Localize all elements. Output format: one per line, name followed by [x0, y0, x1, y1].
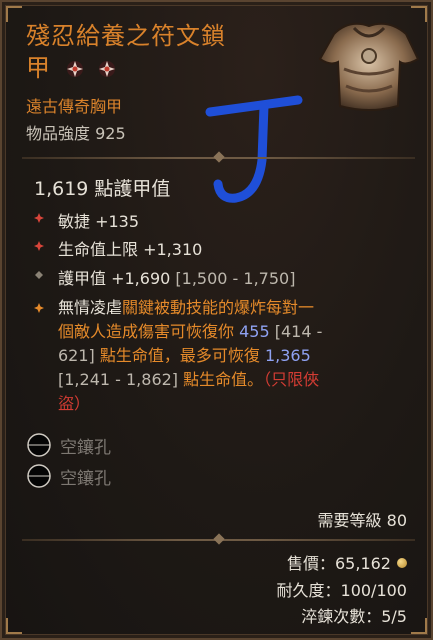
chest-armor-icon [318, 22, 420, 111]
armor-value: 1,619 點護甲值 [34, 178, 171, 200]
affix-text-wrap: 護甲值 +1,690 [1,500 - 1,750] [58, 265, 295, 289]
divider [22, 533, 415, 546]
legendary-aspect-text: 無情凌虐關鍵被動技能的爆炸每對一 個敵人造成傷害可恢復你 455 [414 -62… [58, 296, 408, 416]
empty-socket: 空鑲孔 [26, 461, 226, 491]
affix-bullet-icon [34, 241, 44, 251]
item-name-line1: 殘忍給養之符文鎖 [26, 22, 226, 50]
affix-range: [1,500 - 1,750] [175, 269, 296, 288]
corner-ornament [6, 6, 22, 22]
legendary-segment: （只限俠 [263, 370, 320, 389]
socket-icon [27, 433, 51, 457]
item-name: 殘忍給養之符文鎖 甲 [26, 20, 306, 84]
legendary-line: [1,241 - 1,862] 點生命值。（只限俠 [58, 368, 408, 392]
legendary-segment: 盜） [58, 394, 91, 413]
legendary-bullet-icon [34, 303, 44, 313]
handwritten-annotation [205, 95, 303, 203]
affix-text: 敏捷 +135 [58, 212, 140, 231]
legendary-segment: [414 - [269, 322, 323, 341]
legendary-line: 盜） [58, 392, 408, 416]
socket-label: 空鑲孔 [60, 438, 111, 458]
corner-ornament [411, 618, 427, 634]
item-type: 遠古傳奇胸甲 [26, 97, 123, 116]
sell-price: 售價：65,162 [287, 550, 407, 574]
legendary-segment: 個敵人造成傷害可恢復你 [58, 322, 240, 341]
durability: 耐久度：100/100 [276, 581, 407, 600]
legendary-line: 無情凌虐關鍵被動技能的爆炸每對一 [58, 296, 408, 320]
affix-bullet-icon [35, 271, 43, 279]
legendary-segment: 621] [58, 346, 100, 365]
legendary-line: 621] 點生命值，最多可恢復 1,365 [58, 344, 408, 368]
affix-text: 護甲值 +1,690 [58, 269, 171, 288]
rune-gem-icon [66, 61, 83, 77]
item-power: 物品強度 925 [26, 124, 126, 143]
socket-icon [27, 464, 51, 488]
legendary-segment: 點生命值。 [183, 370, 264, 389]
affix-bullet-icon [34, 213, 44, 223]
empty-socket: 空鑲孔 [26, 430, 226, 460]
level-requirement: 需要等級 80 [317, 511, 407, 530]
rune-gem-icon [99, 61, 116, 77]
legendary-segment: 無情凌虐 [58, 298, 123, 317]
sell-price-text: 售價：65,162 [287, 554, 391, 573]
legendary-segment: [1,241 - 1,862] [58, 370, 184, 389]
legendary-line: 個敵人造成傷害可恢復你 455 [414 - [58, 320, 408, 344]
temper-count: 淬鍊次數：5/5 [301, 607, 407, 626]
legendary-segment: 關鍵被動技能的爆炸每對一 [122, 298, 315, 317]
socket-label: 空鑲孔 [60, 469, 111, 489]
divider [22, 151, 415, 164]
legendary-segment: 455 [239, 322, 270, 341]
item-tooltip: 殘忍給養之符文鎖 甲 遠古傳奇胸甲 物品強度 925 1,619 點護甲值 敏捷… [0, 0, 433, 640]
corner-ornament [6, 618, 22, 634]
gold-coin-icon [397, 558, 407, 568]
item-name-line2: 甲 [26, 54, 51, 82]
item-name-line2-wrap: 甲 [26, 52, 306, 84]
legendary-segment: 1,365 [264, 346, 311, 365]
legendary-segment: 點生命值，最多可恢復 [99, 346, 265, 365]
affix-text: 生命值上限 +1,310 [58, 240, 203, 259]
